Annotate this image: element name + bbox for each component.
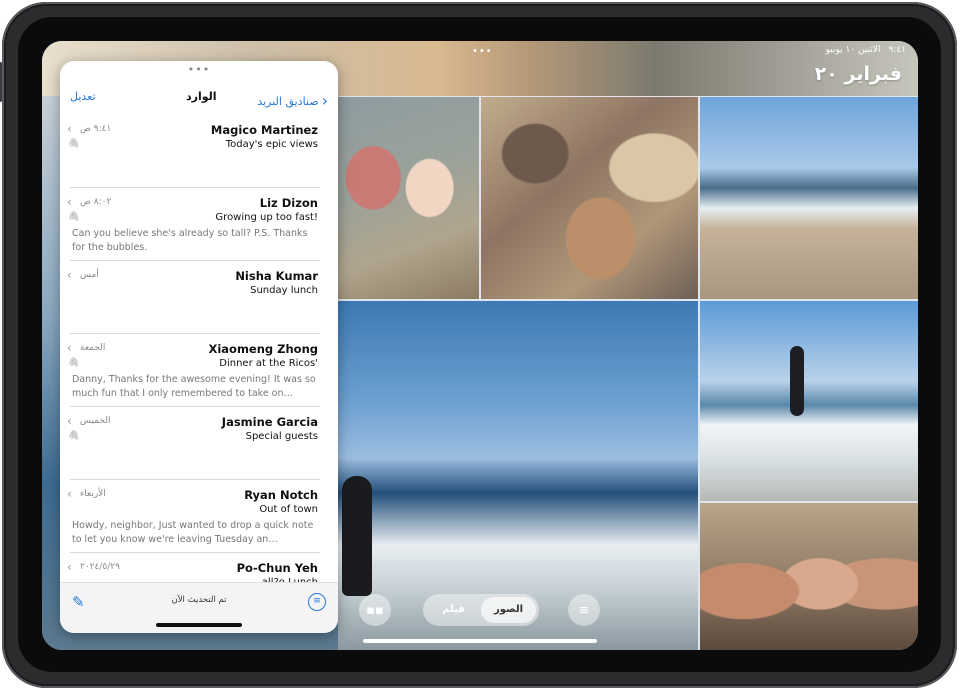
multitasking-grip[interactable]: ••• — [472, 46, 493, 57]
ipad-screen: ••• الاثنين ١٠ يونيو ٩:٤١ فبراير ٢٠ ▪▪ ف… — [42, 41, 918, 650]
tab-film[interactable]: فيلم — [426, 597, 481, 623]
mailboxes-label: صناديق البريد — [257, 95, 319, 108]
photos-filter-button[interactable]: ≡ — [568, 594, 600, 626]
attachment-icon: 🖇 — [68, 431, 80, 441]
update-status: تم التحديث الآن — [171, 595, 227, 605]
message-subject: Dinner at the Ricos' — [219, 358, 318, 369]
grid-icon: ▪▪ — [366, 602, 384, 618]
message-sender: Po-Chun Yeh — [236, 561, 318, 575]
inbox-title: الوارد — [186, 90, 217, 103]
message-sender: Ryan Notch — [244, 488, 318, 502]
status-time: ٩:٤١ — [888, 45, 906, 55]
mail-nav-bar: تعديل الوارد صناديق البريد › — [60, 87, 338, 110]
chevron-left-icon: ‹ — [67, 195, 72, 209]
attachment-icon: 🖇 — [68, 212, 80, 222]
tab-photos[interactable]: الصور — [481, 597, 536, 623]
photos-date-title: فبراير ٢٠ — [814, 63, 902, 85]
chevron-left-icon: ‹ — [67, 341, 72, 355]
edit-button[interactable]: تعديل — [70, 90, 96, 103]
volume-button — [0, 62, 2, 102]
filter-icon: ≡ — [578, 602, 590, 618]
message-time: ٩:٤١ ص — [80, 124, 112, 134]
message-preview: Can you believe she's already so tall? P… — [72, 228, 308, 253]
photos-view-segmented-control: فيلم الصور — [423, 594, 539, 626]
grid-view-button[interactable]: ▪▪ — [359, 594, 391, 626]
status-bar: الاثنين ١٠ يونيو ٩:٤١ — [826, 45, 906, 55]
message-preview: Howdy, neighbor, Just wanted to drop a q… — [72, 520, 314, 545]
home-indicator[interactable] — [363, 639, 597, 643]
message-sender: Nisha Kumar — [235, 269, 318, 283]
photo-beach[interactable] — [700, 97, 918, 299]
mail-toolbar: ✎ تم التحديث الآن ≡ — [60, 582, 338, 633]
photo-shells-1[interactable] — [338, 97, 479, 299]
message-time: الخميس — [80, 416, 111, 426]
message-subject: Growing up too fast! — [215, 212, 318, 223]
message-row[interactable]: ‹ ٨:٠٢ ص 🖇 Liz Dizon Growing up too fast… — [60, 188, 338, 261]
photo-runner[interactable] — [700, 301, 918, 501]
message-sender: Jasmine Garcia — [221, 415, 318, 429]
chevron-left-icon: ‹ — [67, 560, 72, 574]
chevron-right-icon: › — [321, 91, 328, 110]
mail-filter-icon[interactable]: ≡ — [308, 593, 326, 611]
chevron-left-icon: ‹ — [67, 122, 72, 136]
status-date: الاثنين ١٠ يونيو — [825, 45, 881, 55]
message-row[interactable]: ‹ الأربعاء Ryan Notch Out of town Howdy,… — [60, 480, 338, 553]
surfer-figure — [342, 476, 372, 596]
message-row[interactable]: ‹ الخميس 🖇 Jasmine Garcia Special guests — [60, 407, 338, 480]
message-time: ٨:٠٢ ص — [80, 197, 112, 207]
attachment-icon: 🖇 — [68, 358, 80, 368]
message-sender: Liz Dizon — [259, 196, 318, 210]
runner-figure — [790, 346, 804, 416]
message-sender: Magico Martinez — [210, 123, 318, 137]
message-subject: Today's epic views — [225, 139, 318, 150]
mail-slide-over: ••• تعديل الوارد صناديق البريد › ‹ ٩:٤١ ص… — [60, 61, 338, 633]
message-subject: Out of town — [259, 504, 318, 515]
message-subject: Sunday lunch — [250, 285, 318, 296]
photo-shells-2[interactable] — [481, 97, 698, 299]
chevron-left-icon: ‹ — [67, 487, 72, 501]
message-row[interactable]: ‹ أمس Nisha Kumar Sunday lunch — [60, 261, 338, 334]
chevron-left-icon: ‹ — [67, 414, 72, 428]
attachment-icon: 🖇 — [68, 139, 80, 149]
mailboxes-back-button[interactable]: صناديق البريد › — [257, 90, 328, 110]
slide-over-grip[interactable]: ••• — [60, 63, 338, 76]
message-row[interactable]: ‹ الجمعة 🖇 Xiaomeng Zhong Dinner at the … — [60, 334, 338, 407]
message-time: ٢٠٢٤/٥/٢٩ — [80, 562, 120, 572]
photo-selfie[interactable] — [700, 503, 918, 650]
message-sender: Xiaomeng Zhong — [208, 342, 318, 356]
message-row[interactable]: ‹ ٩:٤١ ص 🖇 Magico Martinez Today's epic … — [60, 115, 338, 188]
message-time: الجمعة — [80, 343, 106, 353]
slide-over-home-indicator[interactable] — [156, 623, 242, 627]
chevron-left-icon: ‹ — [67, 268, 72, 282]
message-subject: Special guests — [245, 431, 318, 442]
message-time: أمس — [80, 270, 99, 280]
message-preview: Danny, Thanks for the awesome evening! I… — [72, 374, 316, 399]
message-time: الأربعاء — [80, 489, 106, 499]
